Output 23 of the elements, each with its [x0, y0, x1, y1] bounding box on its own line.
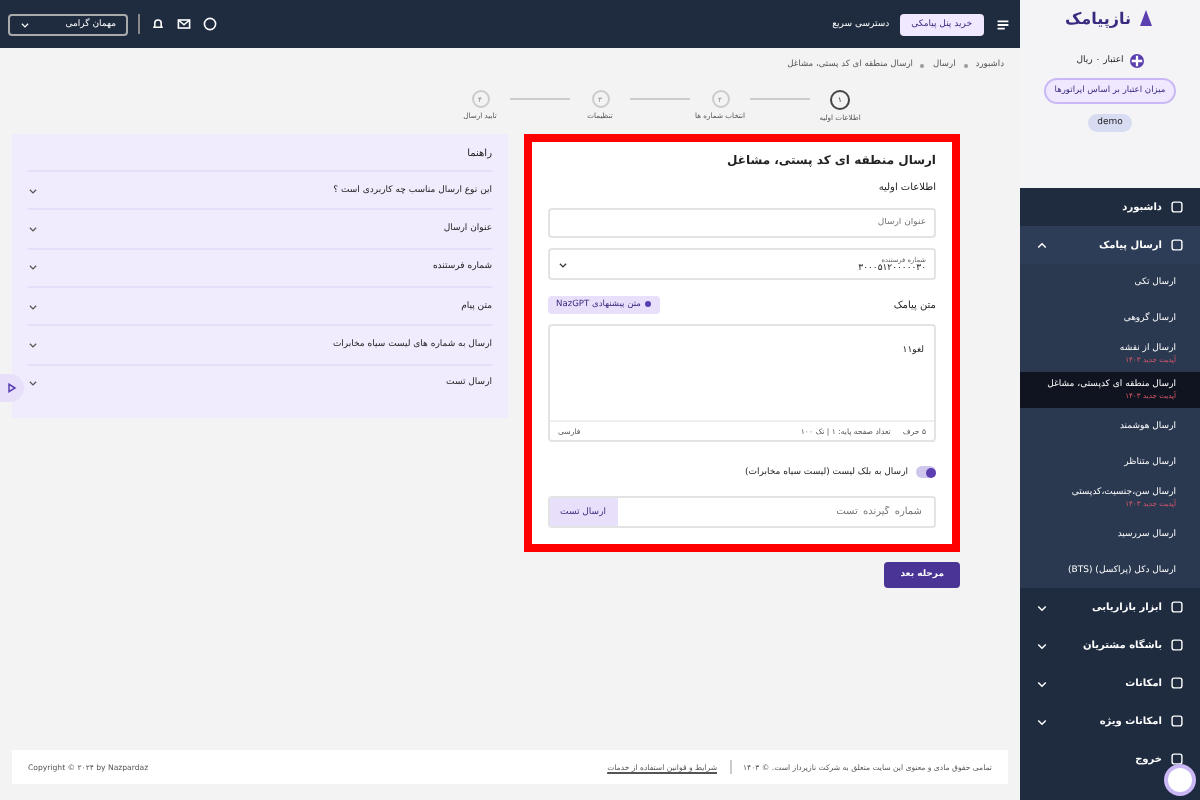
chevron-icon — [1036, 639, 1048, 651]
menu-item-icon — [1170, 200, 1184, 214]
menu-item-icon — [1170, 676, 1184, 690]
toggle-switch[interactable] — [916, 466, 936, 479]
menu-icon[interactable] — [994, 15, 1012, 33]
chevron-icon — [1036, 715, 1048, 727]
chevron-icon — [558, 259, 568, 269]
collapse-tab[interactable] — [0, 374, 24, 402]
menu-item-icon — [1170, 638, 1184, 652]
logo-text: نازپیامک — [1064, 9, 1132, 27]
logo-icon — [1135, 8, 1156, 28]
menu-item-icon — [1170, 752, 1184, 766]
chevron-icon — [1036, 601, 1048, 613]
menu-item-icon — [1170, 238, 1184, 252]
mail-icon[interactable] — [176, 16, 192, 32]
play-icon — [6, 382, 18, 394]
menu-item-icon — [1170, 714, 1184, 728]
bell-icon[interactable] — [150, 16, 166, 32]
add-icon[interactable] — [1129, 54, 1144, 68]
chevron-icon — [20, 19, 30, 29]
chevron-icon — [1036, 677, 1048, 689]
chevron-icon — [1036, 239, 1048, 251]
menu-item-icon — [1170, 600, 1184, 614]
